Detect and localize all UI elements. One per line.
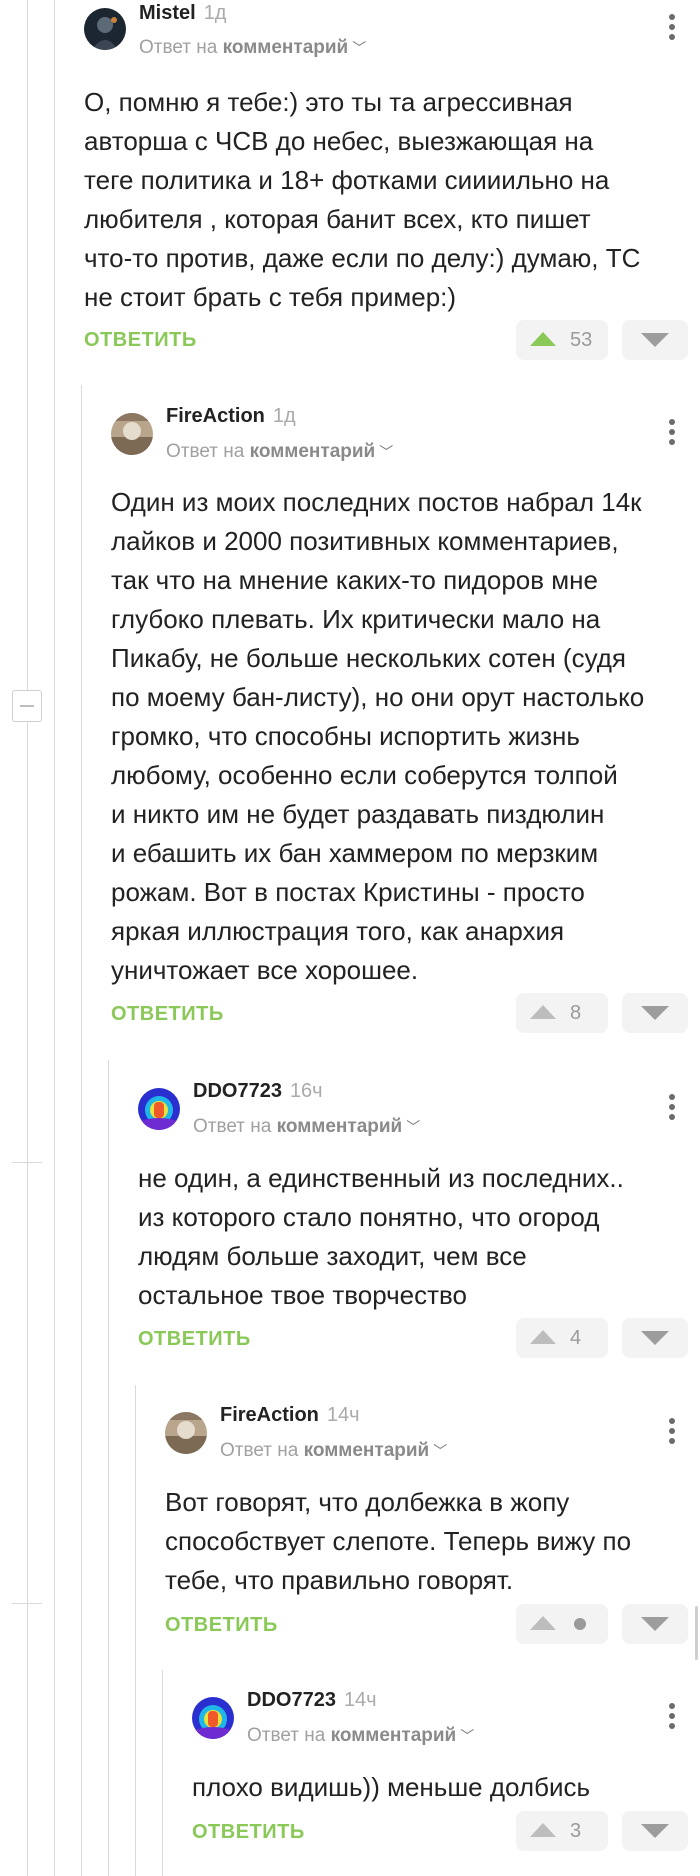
more-options-icon[interactable]: [669, 1703, 675, 1729]
comment-author[interactable]: DDO7723 16ч: [193, 1080, 323, 1103]
comment: FireAction 1д Ответ на комментарий ﹀ Один …: [111, 405, 700, 1035]
comment-time: 1д: [272, 405, 296, 427]
more-options-icon[interactable]: [669, 14, 675, 40]
more-options-icon[interactable]: [669, 1418, 675, 1444]
downvote-button[interactable]: [622, 1811, 688, 1851]
downvote-icon: [641, 1006, 669, 1020]
rating-count: 4: [570, 1327, 582, 1349]
comment-time: 1д: [203, 2, 227, 24]
downvote-button[interactable]: [622, 1318, 688, 1358]
downvote-icon: [641, 1824, 669, 1838]
thread-tick: [12, 1603, 42, 1604]
reply-context[interactable]: Ответ на комментарий ﹀: [220, 1440, 447, 1462]
more-options-icon[interactable]: [669, 1094, 675, 1120]
thread-line: [81, 385, 82, 1876]
reply-button[interactable]: ОТВЕТИТЬ: [84, 329, 197, 352]
upvote-button[interactable]: 8: [516, 993, 608, 1033]
chevron-down-icon: ﹀: [460, 1728, 475, 1744]
avatar[interactable]: [84, 8, 126, 50]
reply-context[interactable]: Ответ на комментарий ﹀: [166, 441, 393, 463]
comment-text: Один из моих последних постов набрал 14к…: [111, 487, 645, 985]
chevron-down-icon: ﹀: [406, 1119, 421, 1135]
upvote-button[interactable]: 3: [516, 1811, 608, 1851]
comment: DDO7723 16ч Ответ на комментарий ﹀ не один…: [138, 1080, 700, 1370]
downvote-button[interactable]: [622, 1604, 688, 1644]
comment-time: 14ч: [343, 1689, 377, 1711]
collapse-thread-button[interactable]: [12, 690, 42, 722]
sepia-avatar-icon: [111, 413, 153, 455]
reply-context[interactable]: Ответ на комментарий ﹀: [139, 37, 366, 59]
comment-time: 14ч: [326, 1404, 360, 1426]
upvote-button[interactable]: 4: [516, 1318, 608, 1358]
downvote-icon: [641, 1331, 669, 1345]
thread-line: [108, 1060, 109, 1876]
thread-line: [162, 1670, 163, 1876]
upvote-icon: [530, 1823, 556, 1837]
upvote-icon: [530, 1005, 556, 1019]
thread-line: [54, 0, 55, 1876]
comment-author[interactable]: DDO7723 14ч: [247, 1689, 377, 1712]
thread-line: [27, 0, 28, 1876]
rating-count: 3: [570, 1820, 582, 1842]
chevron-down-icon: ﹀: [433, 1443, 448, 1459]
upvote-icon: [530, 332, 556, 346]
downvote-icon: [641, 1617, 669, 1631]
reply-button[interactable]: ОТВЕТИТЬ: [111, 1003, 224, 1026]
comment-author[interactable]: Mistel 1д: [139, 2, 226, 25]
more-options-icon[interactable]: [669, 419, 675, 445]
comment-text: О, помню я тебе:) это ты та агрессивная а…: [84, 87, 641, 312]
minus-icon: [20, 705, 34, 707]
reply-context[interactable]: Ответ на комментарий ﹀: [193, 1116, 420, 1138]
scrollbar-thumb[interactable]: [695, 1606, 698, 1660]
thermal-avatar-icon: [138, 1088, 180, 1130]
upvote-button[interactable]: [516, 1604, 608, 1644]
avatar[interactable]: [165, 1412, 207, 1454]
reply-button[interactable]: ОТВЕТИТЬ: [165, 1614, 278, 1637]
reply-button[interactable]: ОТВЕТИТЬ: [192, 1821, 305, 1844]
chevron-down-icon: ﹀: [352, 40, 367, 56]
upvote-icon: [530, 1330, 556, 1344]
rating-count: 8: [570, 1002, 582, 1024]
dark-avatar-icon: [84, 8, 126, 50]
comment-author[interactable]: FireAction 14ч: [220, 1404, 360, 1427]
comment-text: плохо видишь)) меньше долбись: [192, 1772, 591, 1802]
comment: Mistel 1д Ответ на комментарий ﹀ О, помню …: [84, 0, 700, 360]
reply-context[interactable]: Ответ на комментарий ﹀: [247, 1725, 474, 1747]
comment: DDO7723 14ч Ответ на комментарий ﹀ плохо в…: [192, 1689, 700, 1876]
downvote-icon: [641, 333, 669, 347]
downvote-button[interactable]: [622, 320, 688, 360]
upvote-button[interactable]: 53: [516, 320, 608, 360]
thermal-avatar-icon: [192, 1697, 234, 1739]
rating-count: 53: [570, 329, 593, 351]
rating-hidden-dot: [574, 1618, 586, 1630]
reply-button[interactable]: ОТВЕТИТЬ: [138, 1328, 251, 1351]
upvote-icon: [530, 1616, 556, 1630]
avatar[interactable]: [192, 1697, 234, 1739]
avatar[interactable]: [138, 1088, 180, 1130]
comment: FireAction 14ч Ответ на комментарий ﹀ Вот …: [165, 1404, 700, 1654]
thread-line: [135, 1385, 136, 1876]
comment-text: не один, а единственный из последних.. из…: [138, 1163, 624, 1310]
avatar[interactable]: [111, 413, 153, 455]
chevron-down-icon: ﹀: [379, 444, 394, 460]
comment-author[interactable]: FireAction 1д: [166, 405, 296, 428]
downvote-button[interactable]: [622, 993, 688, 1033]
comment-text: Вот говорят, что долбежка в жопу способст…: [165, 1487, 632, 1595]
sepia-avatar-icon: [165, 1412, 207, 1454]
thread-tick: [12, 1162, 42, 1163]
comment-time: 16ч: [289, 1080, 323, 1102]
